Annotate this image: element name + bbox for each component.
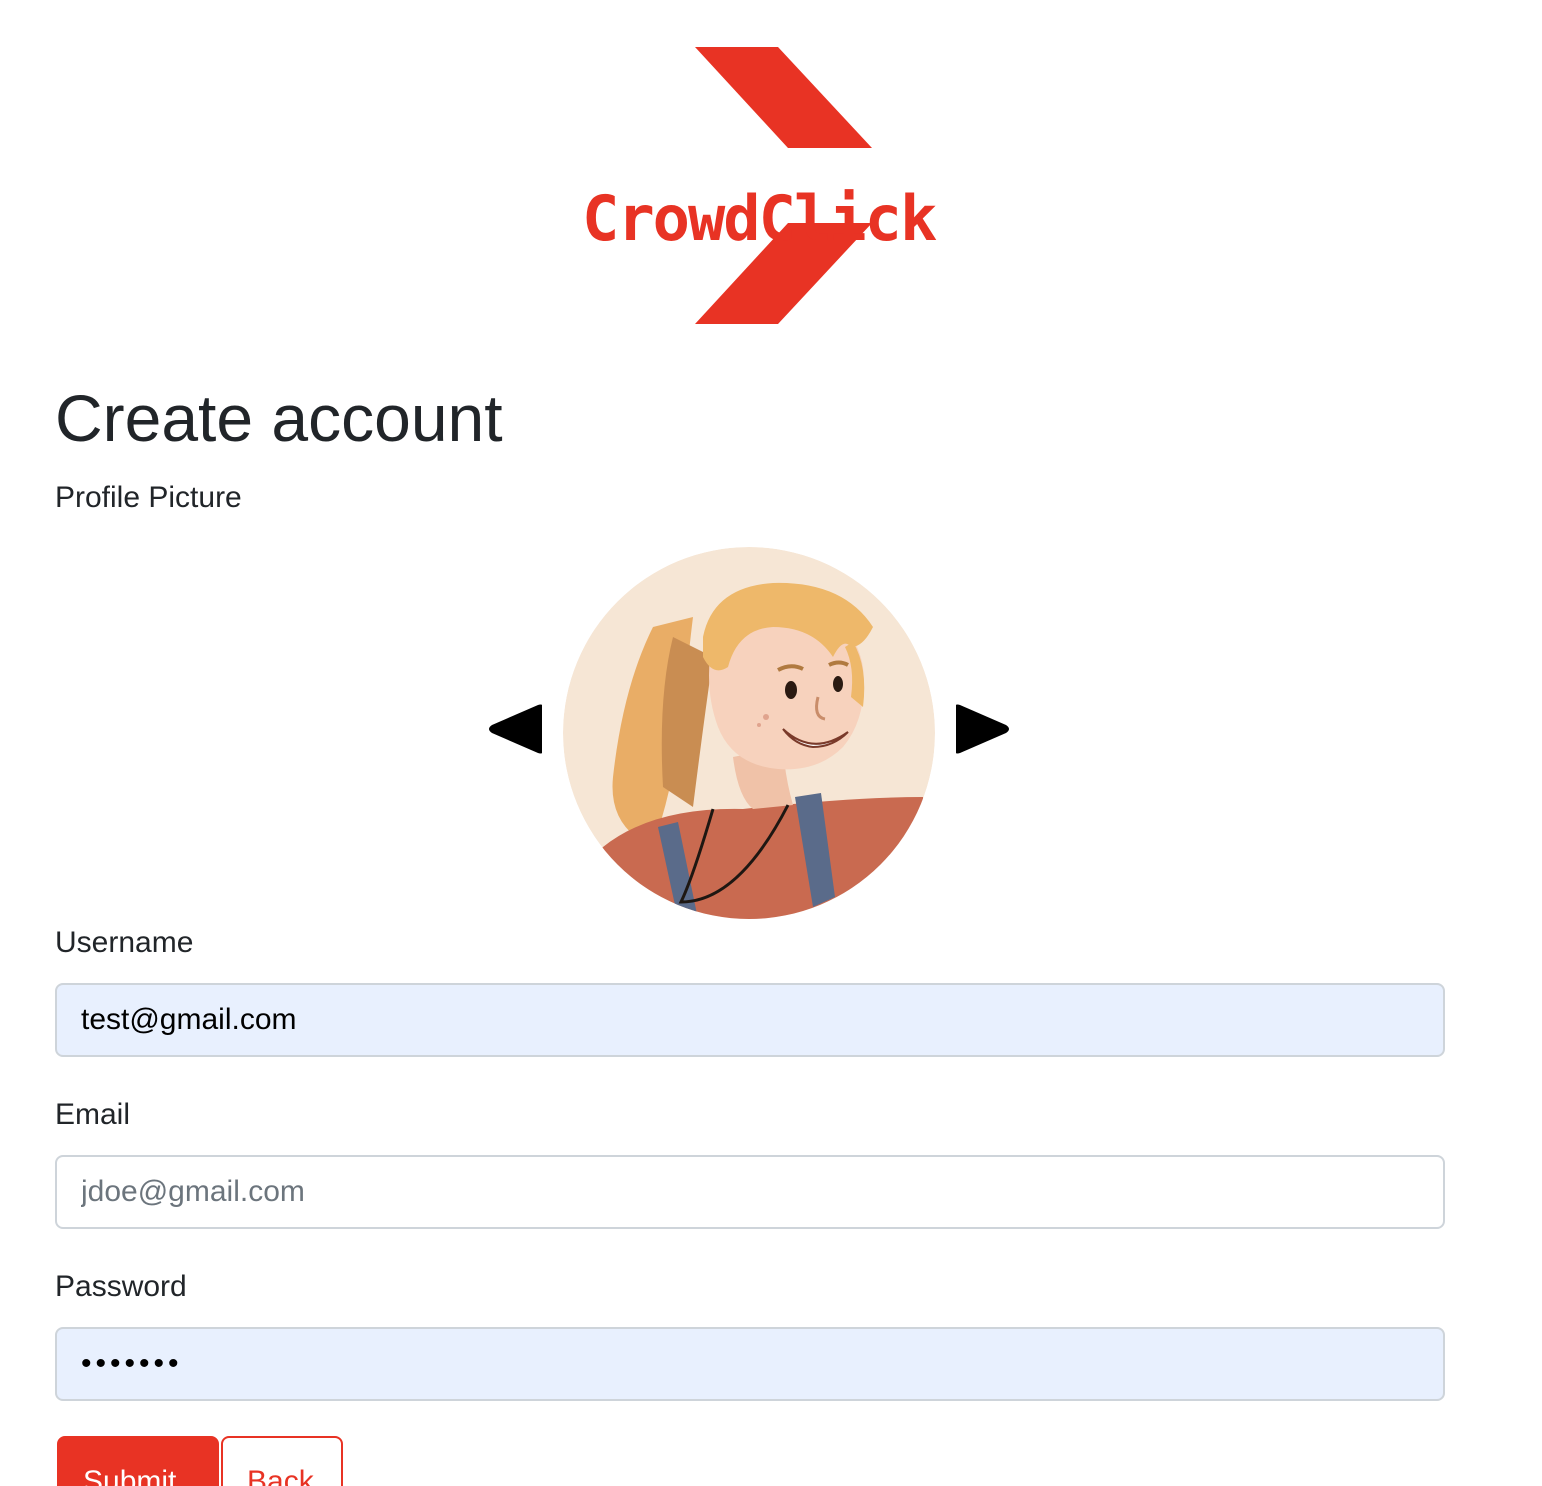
username-field[interactable] xyxy=(55,983,1445,1057)
avatar xyxy=(563,547,935,919)
triangle-right-icon xyxy=(954,704,1009,754)
password-field[interactable] xyxy=(55,1327,1445,1401)
profile-picture-label: Profile Picture xyxy=(55,481,242,514)
next-avatar-button[interactable] xyxy=(954,701,1012,757)
create-account-page: CrowdClick Create account Profile Pictur… xyxy=(0,0,1542,1486)
password-label: Password xyxy=(55,1270,187,1303)
avatar-illustration xyxy=(563,547,935,919)
crowdclick-logo: CrowdClick xyxy=(560,40,940,330)
back-button[interactable]: Back xyxy=(221,1436,343,1486)
brand-name: CrowdClick xyxy=(582,182,937,255)
page-title: Create account xyxy=(55,381,503,455)
email-label: Email xyxy=(55,1098,131,1131)
previous-avatar-button[interactable] xyxy=(486,701,544,757)
email-field[interactable] xyxy=(55,1155,1445,1229)
username-label: Username xyxy=(55,926,194,959)
submit-button[interactable]: Submit xyxy=(57,1436,219,1486)
triangle-left-icon xyxy=(489,704,544,754)
